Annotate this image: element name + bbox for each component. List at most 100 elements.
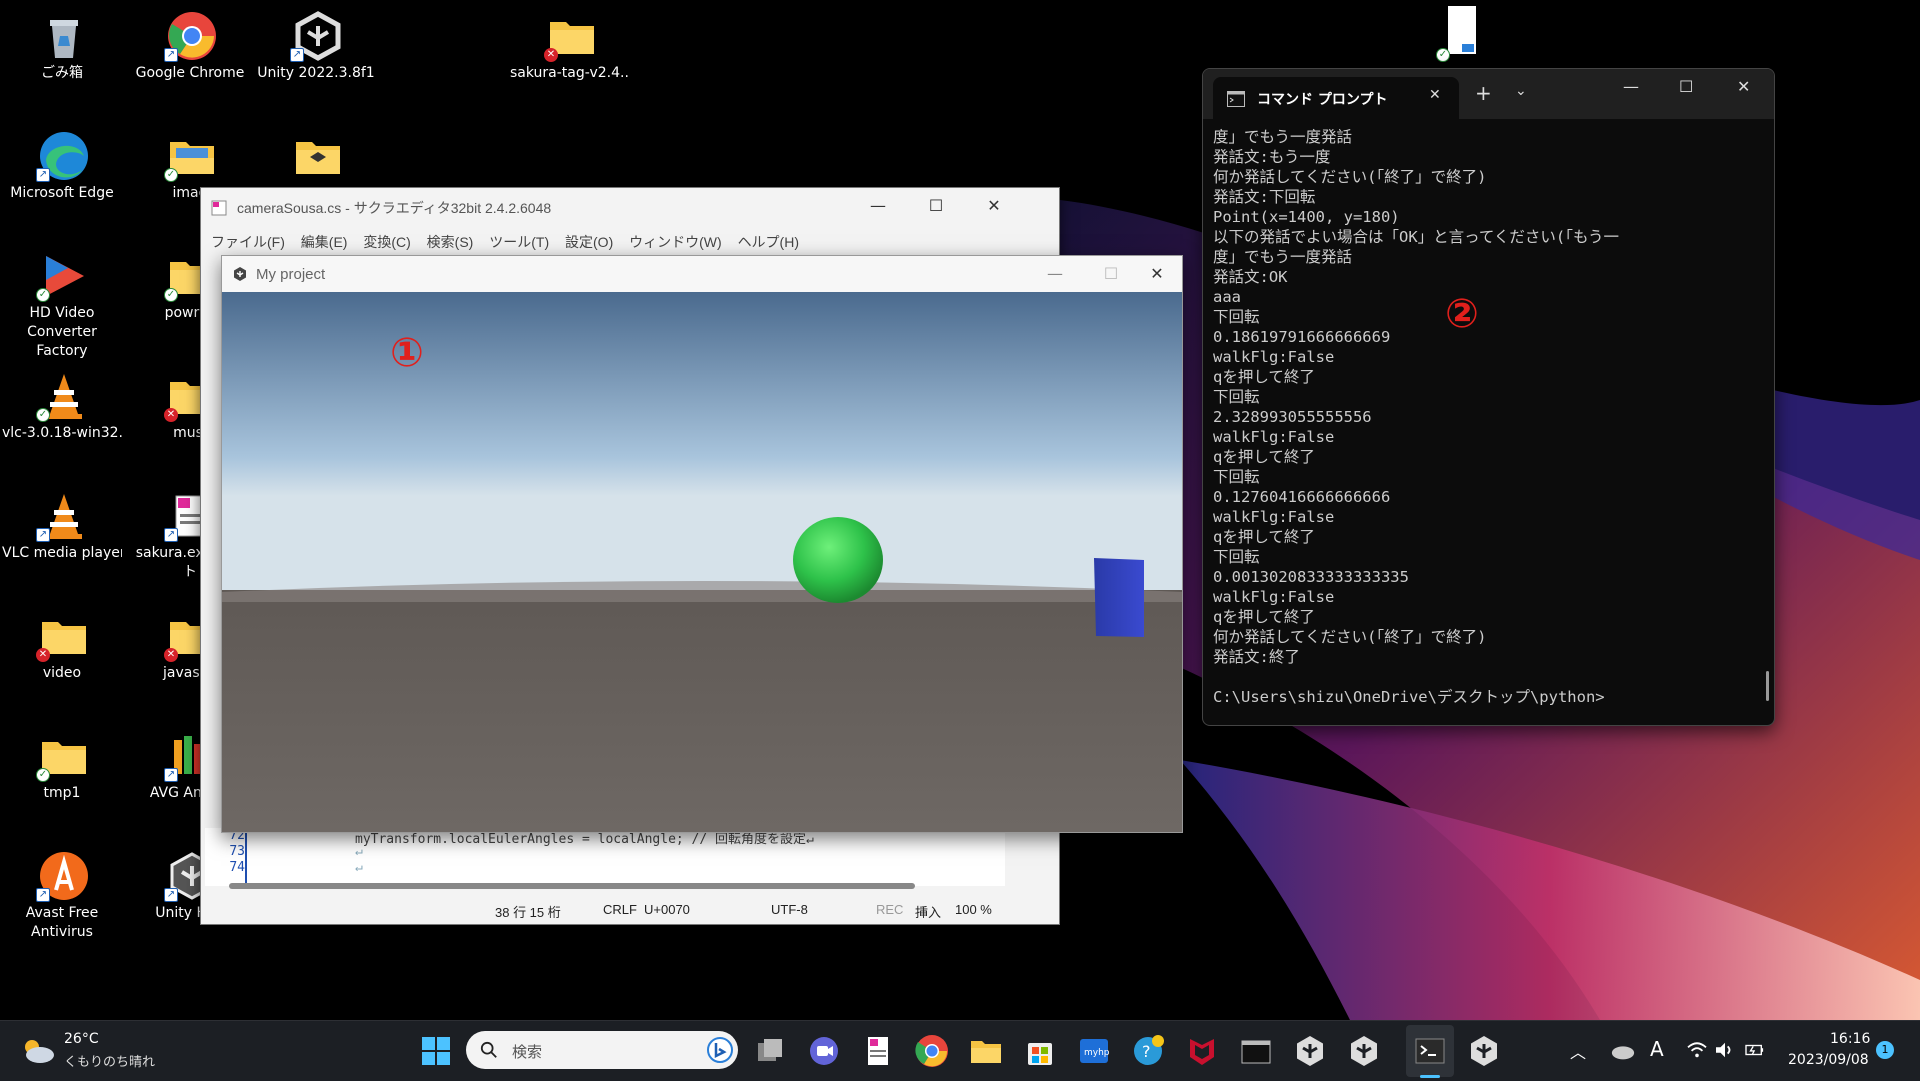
ime-mode-indicator[interactable]: A [1650, 1037, 1664, 1061]
desktop-icon-hd-video-converter[interactable]: ✓ HD Video Converter Factory [2, 242, 122, 359]
terminal-line: walkFlg:False [1213, 588, 1335, 606]
windows-start-icon[interactable] [418, 1033, 454, 1069]
maximize-button[interactable]: ☐ [1679, 77, 1693, 96]
error-icon: ✕ [164, 408, 178, 422]
menu-edit[interactable]: 編集(E) [301, 234, 348, 250]
battery-icon[interactable] [1744, 1041, 1766, 1059]
unity-taskbar-icon[interactable] [1292, 1033, 1328, 1069]
mcafee-icon[interactable] [1184, 1033, 1220, 1069]
menu-search[interactable]: 検索(S) [427, 234, 474, 250]
menu-help[interactable]: ヘルプ(H) [738, 234, 799, 250]
terminal-line: qを押して終了 [1213, 528, 1315, 546]
myhp-icon[interactable]: myhp [1076, 1033, 1112, 1069]
terminal-line: 度」でもう一度発話 [1213, 128, 1353, 146]
terminal-taskbar-icon[interactable] [1238, 1033, 1274, 1069]
folder-icon [296, 142, 340, 174]
weather-description[interactable]: くもりのち晴れ [64, 1051, 155, 1070]
clock-date[interactable]: 2023/09/08 [1788, 1052, 1869, 1068]
minimize-button[interactable]: — [1032, 256, 1078, 292]
unity-titlebar[interactable]: My project — ☐ ✕ [222, 256, 1182, 292]
tray-overflow-chevron-up-icon[interactable]: ︿ [1570, 1039, 1586, 1063]
menu-convert[interactable]: 変換(C) [363, 234, 410, 250]
desktop-icon-video-folder[interactable]: ✕ video [2, 602, 122, 706]
terminal-output[interactable]: 度」でもう一度発話 発話文:もう一度 何か発話してください(「終了」で終了) 発話文:… [1213, 127, 1763, 707]
error-icon: ✕ [164, 648, 178, 662]
vertical-scrollbar[interactable] [1766, 671, 1769, 701]
synced-icon: ✓ [164, 288, 178, 302]
windows-terminal-icon[interactable] [1412, 1033, 1448, 1069]
terminal-line: 以下の発話でよい場合は「OK」と言ってください(「もう一 [1213, 228, 1620, 246]
sakura-titlebar[interactable]: cameraSousa.cs - サクラエディタ32bit 2.4.2.6048… [201, 188, 1059, 224]
maximize-button[interactable]: ☐ [913, 188, 959, 224]
unity-game-view[interactable] [222, 292, 1182, 832]
microsoft-store-icon[interactable] [1022, 1033, 1058, 1069]
terminal-line: 発話文:下回転 [1213, 188, 1316, 206]
desktop-icon-vlc-installer[interactable]: ✓ vlc-3.0.18-win32... [2, 362, 122, 466]
close-button[interactable]: ✕ [1134, 256, 1180, 292]
new-tab-button[interactable]: + [1475, 81, 1492, 105]
rec-indicator: REC [876, 902, 904, 917]
terminal-line: aaa [1213, 288, 1241, 306]
eol-type[interactable]: CRLF [603, 902, 637, 917]
sakura-editor-taskbar-icon[interactable] [860, 1033, 896, 1069]
minimize-button[interactable]: — [1623, 77, 1639, 96]
tab-dropdown-chevron-down-icon[interactable]: ⌄ [1515, 83, 1527, 99]
synced-icon: ✓ [36, 768, 50, 782]
sakura-editor-text-area[interactable]: 72 73 74 myTransform.localEulerAngles = … [205, 828, 1005, 886]
synced-icon: ✓ [36, 408, 50, 422]
taskbar-search-box[interactable]: 検索 [466, 1031, 738, 1069]
synced-icon: ✓ [1436, 48, 1450, 62]
desktop-icon-sakura-tag[interactable]: ✕ sakura-tag-v2.4.... [510, 2, 630, 106]
desktop-icon-avast[interactable]: ↗ Avast Free Antivirus [2, 842, 122, 946]
tab-title: コマンド プロンプト [1257, 92, 1388, 108]
notification-badge[interactable]: 1 [1876, 1041, 1894, 1059]
close-button[interactable]: ✕ [971, 188, 1017, 224]
desktop-icon-microsoft-edge[interactable]: ↗ Microsoft Edge [2, 122, 122, 226]
terminal-line: 下回転 [1213, 388, 1260, 406]
desktop-icon-vlc-player[interactable]: ↗ VLC media player [2, 482, 122, 586]
menu-window[interactable]: ウィンドウ(W) [629, 234, 722, 250]
terminal-line: walkFlg:False [1213, 348, 1335, 366]
terminal-line: 下回転 [1213, 548, 1260, 566]
error-icon: ✕ [544, 48, 558, 62]
teams-chat-icon[interactable] [806, 1033, 842, 1069]
chrome-taskbar-icon[interactable] [914, 1033, 950, 1069]
weather-temperature[interactable]: 26°C [64, 1031, 99, 1047]
terminal-line: walkFlg:False [1213, 428, 1335, 446]
desktop-icon-tmp1-folder[interactable]: ✓ tmp1 [2, 722, 122, 826]
unity-game-window[interactable]: My project — ☐ ✕ ① [221, 255, 1183, 833]
file-explorer-icon[interactable] [968, 1033, 1004, 1069]
terminal-line: 0.18619791666666669 [1213, 328, 1391, 346]
menu-settings[interactable]: 設定(O) [565, 234, 613, 250]
sakura-window-title: cameraSousa.cs - サクラエディタ32bit 2.4.2.6048 [237, 200, 552, 216]
zoom-level: 100 % [955, 902, 992, 917]
task-view-icon[interactable] [752, 1033, 788, 1069]
desktop-icon-recycle-bin[interactable]: ごみ箱 [2, 2, 122, 106]
green-sphere [793, 517, 883, 603]
close-button[interactable]: ✕ [1737, 77, 1750, 96]
terminal-line: 0.12760416666666666 [1213, 488, 1391, 506]
tab-close-icon[interactable]: ✕ [1429, 87, 1441, 103]
svg-text:myhp: myhp [1084, 1048, 1110, 1058]
tab-command-prompt[interactable]: コマンド プロンプト ✕ [1213, 77, 1459, 119]
unity-hub-taskbar-icon[interactable] [1466, 1033, 1502, 1069]
desktop-icon-google-chrome[interactable]: ↗ Google Chrome [130, 2, 250, 106]
volume-icon[interactable] [1714, 1041, 1736, 1059]
terminal-line: 何か発話してください(「終了」で終了) [1213, 628, 1487, 646]
desktop-icon-unity[interactable]: ↗ Unity 2022.3.8f1 [256, 2, 376, 106]
taskbar: 26°C くもりのち晴れ 検索 myhp ? ︿ A 16:16 2023/09… [0, 1020, 1920, 1081]
onedrive-icon[interactable] [1610, 1041, 1636, 1061]
shortcut-icon: ↗ [164, 48, 178, 62]
minimize-button[interactable]: — [855, 188, 901, 224]
clock-time[interactable]: 16:16 [1830, 1031, 1870, 1047]
wifi-icon[interactable] [1686, 1041, 1708, 1059]
horizontal-scrollbar[interactable] [229, 883, 915, 889]
unity-taskbar-icon-2[interactable] [1346, 1033, 1382, 1069]
encoding[interactable]: UTF-8 [771, 902, 808, 917]
get-help-icon[interactable]: ? [1130, 1033, 1166, 1069]
maximize-button[interactable]: ☐ [1088, 256, 1134, 292]
menu-tools[interactable]: ツール(T) [489, 234, 549, 250]
command-prompt-window[interactable]: コマンド プロンプト ✕ + ⌄ — ☐ ✕ 度」でもう一度発話 発話文:もう一度… [1202, 68, 1775, 726]
menu-file[interactable]: ファイル(F) [211, 234, 285, 250]
